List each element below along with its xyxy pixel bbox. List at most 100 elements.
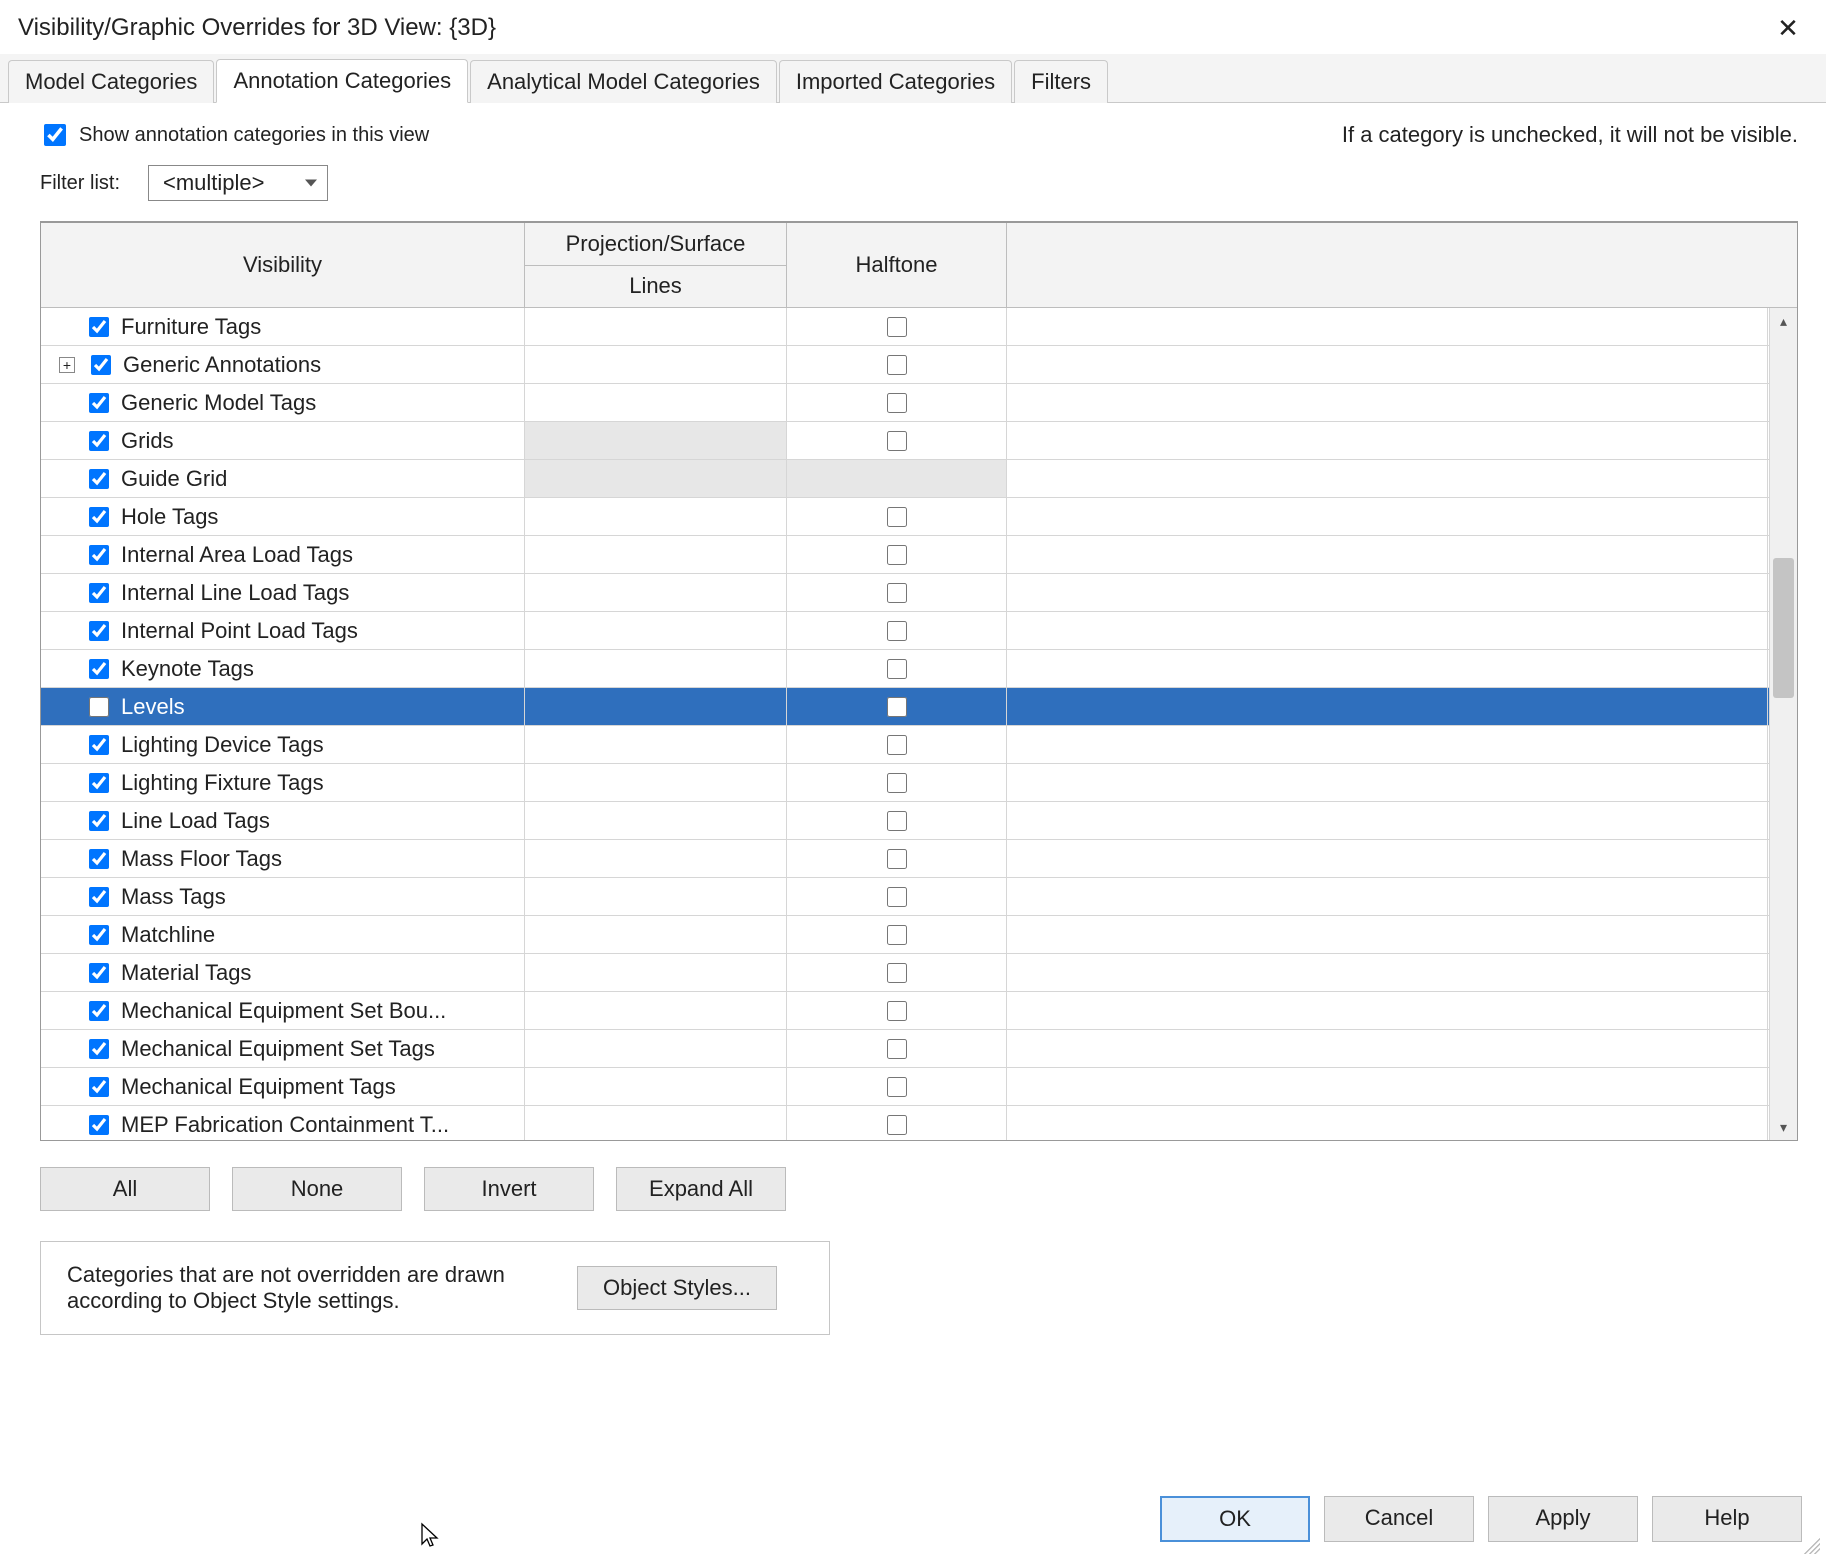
visibility-checkbox[interactable]	[89, 1039, 109, 1059]
halftone-checkbox[interactable]	[887, 507, 907, 527]
halftone-checkbox[interactable]	[887, 1115, 907, 1135]
resize-grip-icon[interactable]	[1800, 1534, 1820, 1554]
visibility-checkbox[interactable]	[89, 887, 109, 907]
visibility-checkbox[interactable]	[89, 507, 109, 527]
table-row[interactable]: Mechanical Equipment Set Tags	[41, 1030, 1797, 1068]
visibility-checkbox[interactable]	[89, 773, 109, 793]
projection-lines-cell[interactable]	[525, 840, 787, 877]
visibility-checkbox[interactable]	[89, 1115, 109, 1135]
visibility-cell[interactable]: Furniture Tags	[41, 308, 525, 345]
projection-lines-cell[interactable]	[525, 498, 787, 535]
visibility-cell[interactable]: Keynote Tags	[41, 650, 525, 687]
projection-lines-cell[interactable]	[525, 1068, 787, 1105]
scrollbar[interactable]: ▴ ▾	[1769, 308, 1797, 1140]
table-row[interactable]: Line Load Tags	[41, 802, 1797, 840]
halftone-cell[interactable]	[787, 992, 1007, 1029]
table-row[interactable]: MEP Fabrication Containment T...	[41, 1106, 1797, 1140]
visibility-cell[interactable]: Lighting Fixture Tags	[41, 764, 525, 801]
visibility-cell[interactable]: Mechanical Equipment Set Tags	[41, 1030, 525, 1067]
halftone-cell[interactable]	[787, 840, 1007, 877]
expand-all-button[interactable]: Expand All	[616, 1167, 786, 1211]
object-styles-button[interactable]: Object Styles...	[577, 1266, 777, 1310]
projection-lines-cell[interactable]	[525, 992, 787, 1029]
tab-model-categories[interactable]: Model Categories	[8, 60, 214, 103]
halftone-checkbox[interactable]	[887, 583, 907, 603]
halftone-cell[interactable]	[787, 916, 1007, 953]
apply-button[interactable]: Apply	[1488, 1496, 1638, 1542]
halftone-cell[interactable]	[787, 1106, 1007, 1140]
projection-lines-cell[interactable]	[525, 916, 787, 953]
table-row[interactable]: Matchline	[41, 916, 1797, 954]
visibility-cell[interactable]: Line Load Tags	[41, 802, 525, 839]
visibility-cell[interactable]: +Generic Annotations	[41, 346, 525, 383]
visibility-checkbox[interactable]	[89, 849, 109, 869]
halftone-cell[interactable]	[787, 726, 1007, 763]
halftone-checkbox[interactable]	[887, 431, 907, 451]
table-row[interactable]: Levels	[41, 688, 1797, 726]
tab-filters[interactable]: Filters	[1014, 60, 1108, 103]
halftone-cell[interactable]	[787, 802, 1007, 839]
none-button[interactable]: None	[232, 1167, 402, 1211]
visibility-cell[interactable]: Internal Line Load Tags	[41, 574, 525, 611]
halftone-checkbox[interactable]	[887, 849, 907, 869]
halftone-cell[interactable]	[787, 498, 1007, 535]
projection-lines-cell[interactable]	[525, 726, 787, 763]
visibility-checkbox[interactable]	[89, 963, 109, 983]
ok-button[interactable]: OK	[1160, 1496, 1310, 1542]
table-row[interactable]: Lighting Device Tags	[41, 726, 1797, 764]
visibility-checkbox[interactable]	[89, 469, 109, 489]
projection-lines-cell[interactable]	[525, 384, 787, 421]
projection-lines-cell[interactable]	[525, 346, 787, 383]
halftone-checkbox[interactable]	[887, 1077, 907, 1097]
projection-lines-cell[interactable]	[525, 1030, 787, 1067]
table-row[interactable]: Guide Grid	[41, 460, 1797, 498]
projection-lines-cell[interactable]	[525, 764, 787, 801]
visibility-checkbox[interactable]	[89, 545, 109, 565]
scroll-down-icon[interactable]: ▾	[1770, 1114, 1797, 1140]
halftone-cell[interactable]	[787, 346, 1007, 383]
visibility-checkbox[interactable]	[89, 583, 109, 603]
invert-button[interactable]: Invert	[424, 1167, 594, 1211]
halftone-checkbox[interactable]	[887, 697, 907, 717]
table-row[interactable]: Generic Model Tags	[41, 384, 1797, 422]
visibility-checkbox[interactable]	[89, 659, 109, 679]
halftone-checkbox[interactable]	[887, 1001, 907, 1021]
projection-lines-cell[interactable]	[525, 536, 787, 573]
visibility-cell[interactable]: MEP Fabrication Containment T...	[41, 1106, 525, 1140]
visibility-checkbox[interactable]	[89, 811, 109, 831]
visibility-cell[interactable]: Material Tags	[41, 954, 525, 991]
tab-annotation-categories[interactable]: Annotation Categories	[216, 59, 468, 103]
halftone-checkbox[interactable]	[887, 925, 907, 945]
projection-lines-cell[interactable]	[525, 1106, 787, 1140]
halftone-cell[interactable]	[787, 384, 1007, 421]
halftone-checkbox[interactable]	[887, 317, 907, 337]
halftone-checkbox[interactable]	[887, 1039, 907, 1059]
table-row[interactable]: Grids	[41, 422, 1797, 460]
halftone-checkbox[interactable]	[887, 393, 907, 413]
visibility-cell[interactable]: Levels	[41, 688, 525, 725]
table-row[interactable]: Mass Floor Tags	[41, 840, 1797, 878]
scroll-thumb[interactable]	[1773, 558, 1794, 698]
halftone-cell[interactable]	[787, 764, 1007, 801]
help-button[interactable]: Help	[1652, 1496, 1802, 1542]
visibility-checkbox[interactable]	[89, 735, 109, 755]
table-row[interactable]: +Generic Annotations	[41, 346, 1797, 384]
halftone-checkbox[interactable]	[887, 773, 907, 793]
filter-dropdown[interactable]: <multiple>	[148, 165, 328, 201]
halftone-cell[interactable]	[787, 954, 1007, 991]
expand-icon[interactable]: +	[59, 357, 75, 373]
table-row[interactable]: Mass Tags	[41, 878, 1797, 916]
show-categories-checkbox[interactable]	[44, 124, 66, 146]
table-row[interactable]: Material Tags	[41, 954, 1797, 992]
halftone-cell[interactable]	[787, 422, 1007, 459]
table-row[interactable]: Lighting Fixture Tags	[41, 764, 1797, 802]
halftone-cell[interactable]	[787, 878, 1007, 915]
table-row[interactable]: Mechanical Equipment Set Bou...	[41, 992, 1797, 1030]
cancel-button[interactable]: Cancel	[1324, 1496, 1474, 1542]
scroll-up-icon[interactable]: ▴	[1770, 308, 1797, 334]
halftone-cell[interactable]	[787, 308, 1007, 345]
halftone-checkbox[interactable]	[887, 811, 907, 831]
visibility-checkbox[interactable]	[91, 355, 111, 375]
visibility-cell[interactable]: Mass Floor Tags	[41, 840, 525, 877]
halftone-checkbox[interactable]	[887, 355, 907, 375]
